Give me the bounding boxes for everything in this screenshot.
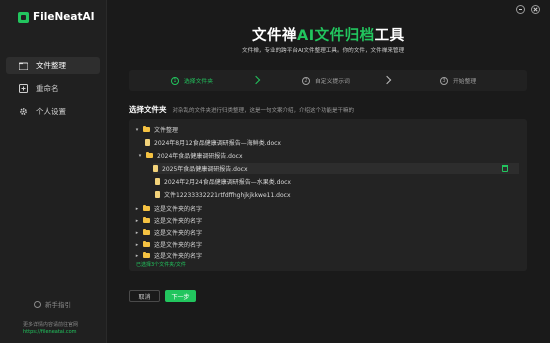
next-button[interactable]: 下一步 xyxy=(165,290,196,302)
chevron-right-icon[interactable]: ▸ xyxy=(135,242,139,248)
tree-row-label: 这是文件夹的名字 xyxy=(154,242,203,249)
step-start-organize[interactable]: 3 开始整理 xyxy=(440,76,476,85)
gear-icon xyxy=(19,107,28,116)
file-icon xyxy=(145,139,150,146)
page-subtitle: 文件禅，专业的跨平台AI文件整理工具。你的文件，文件禅来管理 xyxy=(242,48,405,54)
tree-row-label: 2024年8月12食品健康调研报告—海鲜类.docx xyxy=(154,140,281,147)
tree-row-label: 文件12233332221rtfdffhghjkjkkwe11.docx xyxy=(164,192,291,199)
title-accent: AI文件归档 xyxy=(297,28,375,44)
step-label: 开始整理 xyxy=(453,79,477,85)
section-header: 选择文件夹 对杂乱的文件夹进行归类整理，这是一句文案介绍，介绍这个功能是干嘛的 xyxy=(129,104,354,115)
tree-row[interactable]: 2024年2月24食品健康调研报告—水果类.docx xyxy=(155,176,291,187)
tree-row[interactable]: ▾ 文件整理 xyxy=(135,124,178,135)
tree-row[interactable]: ▸ 这是文件夹的名字 xyxy=(135,250,202,261)
chevron-right-icon[interactable]: ▸ xyxy=(135,253,139,259)
footer-text: 更多详情内容请前往官网 xyxy=(23,322,79,328)
tree-row[interactable]: ▸ 这是文件夹的名字 xyxy=(135,203,202,214)
chevron-right-icon[interactable]: ▸ xyxy=(135,206,139,212)
folder-icon xyxy=(146,152,153,158)
sidebar-item-rename[interactable]: 重命名 xyxy=(6,80,100,97)
folder-icon xyxy=(143,241,150,247)
step-custom-prompt[interactable]: 2 自定义提示词 xyxy=(302,76,350,85)
chevron-right-icon xyxy=(251,75,261,85)
sidebar-item-organize[interactable]: 文件整理 xyxy=(6,57,100,74)
minimize-icon[interactable] xyxy=(516,5,525,14)
sidebar-item-settings[interactable]: 个人设置 xyxy=(6,103,100,120)
file-icon xyxy=(155,191,160,198)
close-icon[interactable] xyxy=(531,5,540,14)
website-link[interactable]: https://fileneatai.com xyxy=(23,329,78,336)
chevron-down-icon[interactable]: ▾ xyxy=(138,153,142,159)
chevron-right-icon[interactable]: ▸ xyxy=(135,230,139,236)
step-number: 3 xyxy=(440,76,448,85)
folder-icon xyxy=(143,252,150,258)
sidebar-item-label: 重命名 xyxy=(36,84,59,93)
selection-status: 已选择3个文件夹/文件 xyxy=(136,262,186,268)
delete-icon[interactable] xyxy=(502,165,508,172)
step-number: 1 xyxy=(171,76,179,85)
beginner-guide-link[interactable]: 新手指引 xyxy=(34,299,71,309)
folder-icon xyxy=(143,205,150,211)
cancel-button[interactable]: 取消 xyxy=(129,290,160,302)
app-name: FileNeatAI xyxy=(33,11,95,23)
tree-row-label: 2024年2月24食品健康调研报告—水果类.docx xyxy=(164,179,291,186)
tree-row-label: 2025年食品健康调研报告.docx xyxy=(162,166,248,173)
tree-row-label: 这是文件夹的名字 xyxy=(154,230,203,237)
folder-icon xyxy=(19,61,28,70)
folder-icon xyxy=(143,217,150,223)
title-part1: 文件禅 xyxy=(252,28,297,44)
step-label: 选择文件夹 xyxy=(184,79,213,85)
chevron-right-icon[interactable]: ▸ xyxy=(135,218,139,224)
tree-row-label: 这是文件夹的名字 xyxy=(154,206,203,213)
guide-icon xyxy=(34,300,41,308)
tree-row-label: 这是文件夹的名字 xyxy=(154,218,203,225)
step-number: 2 xyxy=(302,76,310,85)
section-description: 对杂乱的文件夹进行归类整理，这是一句文案介绍，介绍这个功能是干嘛的 xyxy=(172,108,355,114)
sidebar-item-label: 个人设置 xyxy=(36,107,66,116)
step-label: 自定义提示词 xyxy=(315,79,350,85)
tree-row-hovered[interactable]: 2025年食品健康调研报告.docx xyxy=(153,163,519,174)
tree-row[interactable]: ▸ 这是文件夹的名字 xyxy=(135,215,202,226)
tree-row[interactable]: ▸ 这是文件夹的名字 xyxy=(135,239,202,250)
page-title: 文件禅AI文件归档工具 xyxy=(252,24,405,45)
tree-row[interactable]: 2024年8月12食品健康调研报告—海鲜类.docx xyxy=(145,137,281,148)
tree-row-label: 2024年食品健康调研报告.docx xyxy=(157,153,243,160)
tree-row[interactable]: ▸ 这是文件夹的名字 xyxy=(135,227,202,238)
tree-row-label: 这是文件夹的名字 xyxy=(154,253,203,260)
folder-icon xyxy=(143,126,150,132)
title-part2: 工具 xyxy=(374,28,405,44)
stepper: 1 选择文件夹 2 自定义提示词 3 开始整理 xyxy=(129,70,527,91)
app-logo: FileNeatAI xyxy=(18,11,95,23)
tree-row[interactable]: 文件12233332221rtfdffhghjkjkkwe11.docx xyxy=(155,189,291,200)
chevron-right-icon xyxy=(382,75,392,85)
sidebar: FileNeatAI 文件整理 重命名 个人设置 新手指引 更多详情内容请前往官… xyxy=(0,0,107,343)
chevron-down-icon[interactable]: ▾ xyxy=(135,127,139,133)
tree-row-label: 文件整理 xyxy=(154,127,179,134)
folder-icon xyxy=(143,229,150,235)
file-tree: ▾ 文件整理 2024年8月12食品健康调研报告—海鲜类.docx ▾ 2024… xyxy=(129,119,527,271)
sidebar-item-label: 文件整理 xyxy=(36,61,66,70)
rename-icon xyxy=(19,84,28,93)
step-select-folder[interactable]: 1 选择文件夹 xyxy=(171,76,213,85)
logo-icon xyxy=(18,11,29,23)
file-icon xyxy=(155,178,160,185)
file-icon xyxy=(153,165,158,172)
window-controls xyxy=(516,5,540,14)
tree-row[interactable]: ▾ 2024年食品健康调研报告.docx xyxy=(138,150,243,161)
guide-label: 新手指引 xyxy=(45,301,71,309)
section-title: 选择文件夹 xyxy=(129,105,167,114)
sidebar-nav: 文件整理 重命名 个人设置 xyxy=(6,57,100,126)
sidebar-footer: 更多详情内容请前往官网 https://fileneatai.com xyxy=(23,322,78,336)
